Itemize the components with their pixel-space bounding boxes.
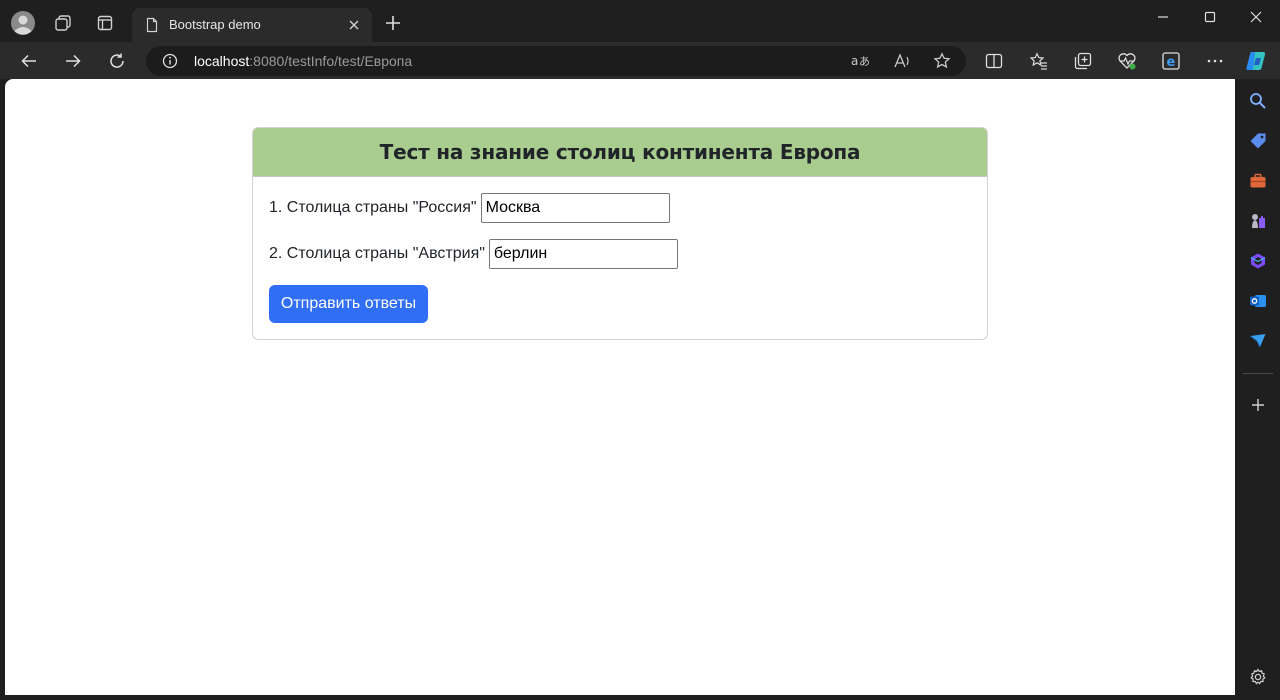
browser-toolbar: localhost:8080/testInfo/test/Европа a あ	[0, 42, 1280, 79]
sidebar-shopping-button[interactable]	[1246, 129, 1270, 153]
sidebar-add-button[interactable]	[1246, 393, 1270, 417]
page-icon	[146, 17, 158, 33]
favorites-button[interactable]	[1027, 49, 1051, 73]
gear-icon	[1250, 668, 1266, 685]
back-button[interactable]	[14, 46, 44, 76]
answer-input[interactable]	[488, 239, 678, 269]
tab-title: Bootstrap demo	[169, 17, 261, 32]
settings-and-more-button[interactable]	[1203, 49, 1227, 73]
copilot-button[interactable]	[1244, 49, 1268, 73]
browser-essentials-button[interactable]	[1115, 49, 1139, 73]
question-row: 2. Столица страны "Австрия"	[269, 239, 678, 269]
maximize-button[interactable]	[1195, 6, 1225, 28]
ie-mode-icon: e	[1162, 52, 1180, 70]
more-icon	[1207, 59, 1223, 63]
arrow-right-icon	[66, 54, 81, 68]
question-label: 1. Столица страны "Россия"	[269, 199, 477, 216]
vertical-tabs-icon	[97, 15, 113, 31]
maximize-icon	[1204, 11, 1216, 23]
minimize-button[interactable]	[1148, 6, 1178, 28]
arrow-left-icon	[21, 54, 36, 68]
info-icon[interactable]	[162, 53, 178, 69]
outlook-icon	[1250, 295, 1266, 307]
sidebar-settings-button[interactable]	[1246, 665, 1270, 689]
internet-explorer-mode-button[interactable]: e	[1159, 49, 1183, 73]
chess-piece-icon	[1252, 214, 1265, 228]
toolbox-icon	[1250, 173, 1266, 188]
profile-icon	[11, 11, 35, 35]
answer-input[interactable]	[480, 193, 670, 223]
collections-button[interactable]	[1071, 49, 1095, 73]
svg-text:a: a	[851, 54, 858, 68]
sidebar-tools-button[interactable]	[1246, 169, 1270, 193]
sidebar-divider	[1243, 373, 1273, 374]
web-page: Тест на знание столиц континента Европа …	[5, 79, 1235, 695]
quiz-title: Тест на знание столиц континента Европа	[379, 140, 861, 164]
question-label: 2. Столица страны "Австрия"	[269, 245, 485, 262]
plus-icon	[1252, 399, 1264, 411]
edge-sidebar	[1236, 79, 1280, 700]
quiz-card: Тест на знание столиц континента Европа …	[252, 127, 988, 340]
refresh-button[interactable]	[102, 46, 132, 76]
url-path: :8080/testInfo/test/Европа	[249, 53, 413, 69]
sidebar-games-button[interactable]	[1246, 209, 1270, 233]
search-icon	[1250, 93, 1266, 109]
question-row: 1. Столица страны "Россия"	[269, 193, 670, 223]
sidebar-copilot-button[interactable]	[1246, 249, 1270, 273]
forward-button[interactable]	[58, 46, 88, 76]
paper-plane-icon	[1250, 334, 1266, 348]
m365-icon	[1250, 253, 1266, 269]
new-tab-icon[interactable]	[382, 12, 404, 34]
collections-icon	[1074, 52, 1092, 70]
svg-text:あ: あ	[859, 55, 869, 68]
sidebar-send-button[interactable]	[1246, 329, 1270, 353]
submit-answers-button[interactable]: Отправить ответы	[269, 285, 428, 323]
tab-actions-button[interactable]	[91, 9, 119, 37]
close-tab-icon[interactable]	[346, 17, 362, 33]
copilot-icon	[1246, 52, 1266, 70]
url-host: localhost	[194, 53, 250, 69]
refresh-icon	[110, 53, 124, 68]
read-aloud-icon	[894, 53, 909, 68]
profile-avatar[interactable]	[9, 9, 37, 37]
sidebar-outlook-button[interactable]	[1246, 289, 1270, 313]
favorites-icon	[1030, 52, 1047, 70]
translate-icon: a あ	[851, 54, 869, 68]
split-screen-icon	[985, 53, 1003, 69]
quiz-card-header: Тест на знание столиц континента Европа	[253, 128, 987, 177]
heart-pulse-icon	[1118, 53, 1136, 70]
minimize-icon	[1158, 16, 1168, 18]
translate-button[interactable]: a あ	[850, 51, 870, 71]
read-aloud-button[interactable]	[892, 51, 912, 71]
workspaces-button[interactable]	[49, 9, 77, 37]
favorite-button[interactable]	[932, 51, 952, 71]
tab-bootstrap-demo[interactable]: Bootstrap demo	[132, 8, 372, 42]
tag-icon	[1250, 133, 1266, 149]
star-icon	[933, 52, 951, 69]
svg-text:e: e	[1167, 55, 1176, 70]
workspaces-icon	[55, 15, 71, 31]
sidebar-search-button[interactable]	[1246, 89, 1270, 113]
split-screen-button[interactable]	[982, 49, 1006, 73]
title-bar: Bootstrap demo	[0, 0, 1280, 42]
close-icon	[1250, 11, 1262, 23]
url-text[interactable]: localhost:8080/testInfo/test/Европа	[194, 53, 412, 69]
close-window-button[interactable]	[1241, 6, 1271, 28]
address-bar[interactable]: localhost:8080/testInfo/test/Европа a あ	[146, 46, 966, 76]
